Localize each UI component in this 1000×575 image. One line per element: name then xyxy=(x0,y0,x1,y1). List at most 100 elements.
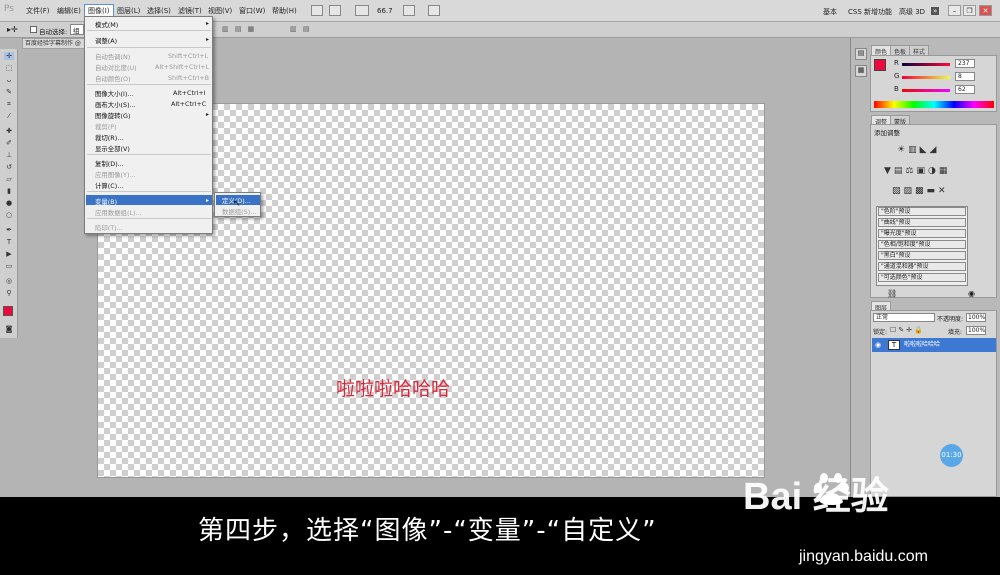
minimize-icon[interactable]: – xyxy=(948,5,961,16)
history-brush-tool-icon[interactable]: ↺ xyxy=(4,163,14,171)
menu-item-crop[interactable]: 裁剪(P) xyxy=(95,122,117,131)
hand-tool-icon[interactable] xyxy=(355,5,369,16)
channel-r-value[interactable]: 237 xyxy=(955,59,975,68)
align-icons[interactable]: ▥ ▤ ▦ xyxy=(222,25,272,34)
opacity-field[interactable]: 100% xyxy=(966,313,986,322)
gradient-tool-icon[interactable]: ▮ xyxy=(4,187,14,195)
photoshop-logo: Ps xyxy=(4,4,14,14)
screen-mode-icon[interactable] xyxy=(428,5,440,16)
color-panel-foreground-swatch[interactable] xyxy=(874,59,886,71)
shape-tool-icon[interactable]: ▭ xyxy=(4,262,14,270)
workspace-3d[interactable]: 高级 3D xyxy=(899,7,925,17)
brush-tool-icon[interactable]: ✐ xyxy=(4,139,14,147)
preset-exposure[interactable]: "曝光度"预设 xyxy=(878,229,966,238)
menu-window[interactable]: 窗口(W) xyxy=(237,6,267,16)
menu-item-image-size[interactable]: 图像大小(I)... xyxy=(95,89,134,98)
zoom-level[interactable]: 66.7 xyxy=(377,7,393,15)
preset-levels[interactable]: "色阶"预设 xyxy=(878,207,966,216)
dodge-tool-icon[interactable]: ○ xyxy=(4,211,14,219)
lock-icons[interactable]: ☐✎✛🔒 xyxy=(890,326,925,334)
menu-separator xyxy=(87,154,211,155)
healing-brush-tool-icon[interactable]: ✚ xyxy=(4,127,14,135)
menu-item-adjustments[interactable]: 调整(A) xyxy=(95,36,117,45)
menu-item-trap[interactable]: 陷印(T)... xyxy=(95,223,123,232)
color-spectrum-bar[interactable] xyxy=(874,101,994,108)
menu-item-reveal-all[interactable]: 显示全部(V) xyxy=(95,144,130,153)
distribute-icons[interactable]: ▥ ▤ xyxy=(290,25,330,34)
auto-select-checkbox[interactable] xyxy=(30,26,37,33)
menu-edit[interactable]: 编辑(E) xyxy=(55,6,83,16)
type-tool-icon[interactable]: T xyxy=(4,238,14,246)
layer-row[interactable]: ◉ T 啦啦啦哈哈哈 xyxy=(872,338,996,352)
quick-select-tool-icon[interactable]: ✎ xyxy=(4,88,14,96)
foreground-color-swatch[interactable] xyxy=(3,306,13,316)
zoom-tool-icon[interactable]: ⚲ xyxy=(4,289,14,297)
clip-icon[interactable]: ⛓ xyxy=(887,289,897,298)
menu-filter[interactable]: 滤镜(T) xyxy=(176,6,204,16)
eraser-tool-icon[interactable]: ▱ xyxy=(4,175,14,183)
bridge-icon[interactable] xyxy=(311,5,323,16)
auto-select-dropdown[interactable]: 组 xyxy=(70,24,84,35)
adjustment-icons-row1[interactable]: ☀▥◣◢ xyxy=(897,145,939,155)
menu-help[interactable]: 帮助(H) xyxy=(270,6,299,16)
menu-item-apply-image[interactable]: 应用图像(Y)... xyxy=(95,170,136,179)
crop-tool-icon[interactable]: ⌗ xyxy=(4,100,14,108)
menu-item-duplicate[interactable]: 复制(D)... xyxy=(95,159,124,168)
menu-item-auto-color[interactable]: 自动颜色(O) xyxy=(95,74,131,83)
adjustment-icons-row3[interactable]: ▧▨▩▬✕ xyxy=(892,186,949,196)
preset-selective-color[interactable]: "可选颜色"预设 xyxy=(878,273,966,282)
minibridge-icon[interactable] xyxy=(329,5,341,16)
layer-name[interactable]: 啦啦啦哈哈哈 xyxy=(904,338,940,352)
blur-tool-icon[interactable]: ● xyxy=(4,199,14,207)
menu-layer[interactable]: 图层(L) xyxy=(115,6,142,16)
move-tool-icon[interactable]: ✛ xyxy=(4,52,14,60)
workspace-essentials[interactable]: 基本 xyxy=(823,7,837,17)
canvas-text-layer[interactable]: 啦啦啦哈哈哈 xyxy=(336,374,450,401)
marquee-tool-icon[interactable]: ⬚ xyxy=(4,64,14,72)
channel-g-value[interactable]: 8 xyxy=(955,72,975,81)
menu-view[interactable]: 视图(V) xyxy=(206,6,234,16)
preset-hue-saturation[interactable]: "色相/饱和度"预设 xyxy=(878,240,966,249)
menu-select[interactable]: 选择(S) xyxy=(145,6,173,16)
menu-item-trim[interactable]: 裁切(R)... xyxy=(95,133,123,142)
pen-tool-icon[interactable]: ✒ xyxy=(4,226,14,234)
move-tool-icon[interactable]: ▸✛ xyxy=(7,25,18,34)
fill-field[interactable]: 100% xyxy=(966,326,986,335)
menu-item-variables[interactable]: 变量(B) xyxy=(95,197,117,206)
close-icon[interactable]: ✕ xyxy=(979,5,992,16)
adjustment-icons-row2[interactable]: ▼▤⚖▣◑▦ xyxy=(884,166,950,176)
layer-visibility-eye-icon[interactable]: ◉ xyxy=(875,338,881,352)
preset-black-white[interactable]: "黑白"预设 xyxy=(878,251,966,260)
menu-item-auto-tone[interactable]: 自动色调(N) xyxy=(95,52,130,61)
history-panel-icon[interactable]: ▤ xyxy=(855,48,867,60)
clone-stamp-tool-icon[interactable]: ⊥ xyxy=(4,151,14,159)
menu-item-apply-data-set[interactable]: 应用数据组(L)... xyxy=(95,208,142,217)
visibility-icon[interactable]: ◉ xyxy=(968,289,975,298)
workspace-more-button[interactable]: » xyxy=(931,7,940,15)
workspace-css[interactable]: CSS 新增功能 xyxy=(848,7,892,17)
eyedropper-tool-icon[interactable]: ⁄ xyxy=(4,112,14,120)
path-selection-tool-icon[interactable]: ▶ xyxy=(4,250,14,258)
menu-item-calculations[interactable]: 计算(C)... xyxy=(95,181,123,190)
menu-file[interactable]: 文件(F) xyxy=(24,6,52,16)
menu-item-auto-contrast[interactable]: 自动对比度(U) xyxy=(95,63,137,72)
menu-item-image-rotation[interactable]: 图像旋转(G) xyxy=(95,111,131,120)
preset-channel-mixer[interactable]: "通道混和器"预设 xyxy=(878,262,966,271)
document-tab[interactable]: 百度经验字幕制作 @ xyxy=(22,38,92,49)
quick-mask-icon[interactable]: ◙ xyxy=(4,325,14,333)
channel-g-slider[interactable] xyxy=(902,76,950,79)
lasso-tool-icon[interactable]: ᴗ xyxy=(4,76,14,84)
channel-b-slider[interactable] xyxy=(902,89,950,92)
restore-icon[interactable]: ❐ xyxy=(963,5,976,16)
menu-separator xyxy=(87,84,211,85)
menu-item-mode[interactable]: 模式(M) xyxy=(95,20,118,29)
properties-panel-icon[interactable]: ▦ xyxy=(855,65,867,77)
menu-item-canvas-size[interactable]: 画布大小(S)... xyxy=(95,100,136,109)
channel-b-value[interactable]: 62 xyxy=(955,85,975,94)
arrange-documents-icon[interactable] xyxy=(403,5,415,16)
3d-rotate-tool-icon[interactable]: ◎ xyxy=(4,277,14,285)
submenu-arrow-icon: ▸ xyxy=(206,36,210,43)
blend-mode-dropdown[interactable]: 正常 xyxy=(873,313,935,322)
preset-curves[interactable]: "曲线"预设 xyxy=(878,218,966,227)
channel-r-slider[interactable] xyxy=(902,63,950,66)
